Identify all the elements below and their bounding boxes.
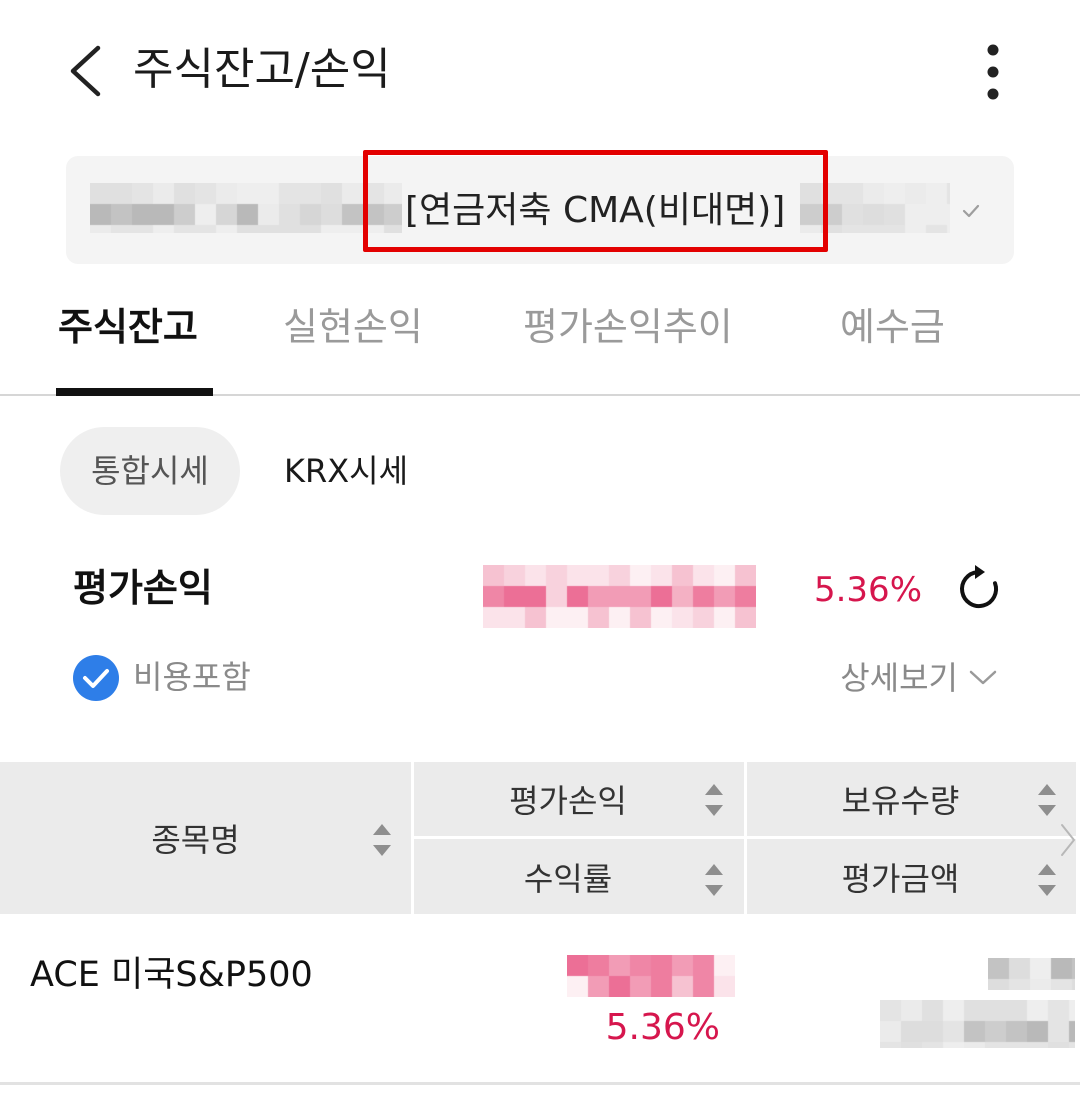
column-header-profit[interactable]: 평가손익 xyxy=(414,762,744,836)
check-circle-icon xyxy=(73,655,119,701)
back-button[interactable] xyxy=(60,40,110,102)
details-toggle-button[interactable]: 상세보기 xyxy=(800,650,1000,706)
sort-icon xyxy=(705,864,723,896)
sort-icon xyxy=(1038,784,1056,816)
include-fees-checkbox[interactable]: 비용포함 xyxy=(72,649,272,705)
highlight-box xyxy=(363,150,828,252)
redacted-account-number xyxy=(90,183,402,233)
column-header-eval-amount-label: 평가금액 xyxy=(841,859,960,898)
refresh-icon xyxy=(960,565,999,608)
refresh-button[interactable] xyxy=(955,563,1003,611)
stock-name: ACE 미국S&P500 xyxy=(30,955,313,995)
tab-stock-balance[interactable]: 주식잔고 xyxy=(58,299,198,355)
tab-realized-profit[interactable]: 실현손익 xyxy=(283,299,423,355)
redacted-eval-amount xyxy=(880,1000,1075,1048)
column-header-name-label: 종목명 xyxy=(151,821,240,859)
tab-deposit[interactable]: 예수금 xyxy=(840,299,945,355)
row-divider xyxy=(0,1082,1080,1085)
column-header-profit-label: 평가손익 xyxy=(509,782,627,820)
column-header-quantity[interactable]: 보유수량 xyxy=(747,762,1076,836)
chevron-down-icon xyxy=(962,204,980,218)
column-header-quantity-label: 보유수량 xyxy=(841,782,960,820)
price-toggle-integrated[interactable]: 통합시세 xyxy=(60,427,240,515)
redacted-eval-profit-amount xyxy=(483,565,756,628)
chevron-left-icon xyxy=(70,45,101,97)
active-tab-indicator xyxy=(56,388,213,396)
column-header-eval-amount[interactable]: 평가금액 xyxy=(747,839,1076,914)
sort-icon xyxy=(373,824,391,856)
redacted-eval-profit xyxy=(567,955,735,997)
more-menu-button[interactable] xyxy=(974,40,1012,104)
stock-balance-screen: 주식잔고/손익 [연금저축 CMA(비대면)] 주식잔고 실현손익 평가손익추이… xyxy=(0,0,1080,1111)
chevron-down-icon xyxy=(969,670,997,685)
sort-icon xyxy=(705,784,723,816)
include-fees-label: 비용포함 xyxy=(133,658,251,696)
column-header-return-rate[interactable]: 수익률 xyxy=(414,839,744,914)
details-label: 상세보기 xyxy=(840,659,958,697)
page-title: 주식잔고/손익 xyxy=(133,44,391,95)
sort-icon xyxy=(1038,864,1056,896)
eval-return-rate: 5.36% xyxy=(813,570,922,610)
eval-profit-label: 평가손익 xyxy=(73,566,213,610)
column-header-return-rate-label: 수익률 xyxy=(523,859,613,898)
table-row[interactable]: ACE 미국S&P500 5.36% xyxy=(0,914,1080,1082)
more-vertical-icon xyxy=(987,44,999,100)
tab-profit-trend[interactable]: 평가손익추이 xyxy=(523,299,733,355)
price-toggle-krx[interactable]: KRX시세 xyxy=(262,427,430,515)
chevron-right-icon[interactable] xyxy=(1058,822,1078,858)
stock-return-rate: 5.36% xyxy=(605,1007,720,1048)
column-header-name[interactable]: 종목명 xyxy=(0,762,411,914)
redacted-quantity xyxy=(988,958,1075,990)
